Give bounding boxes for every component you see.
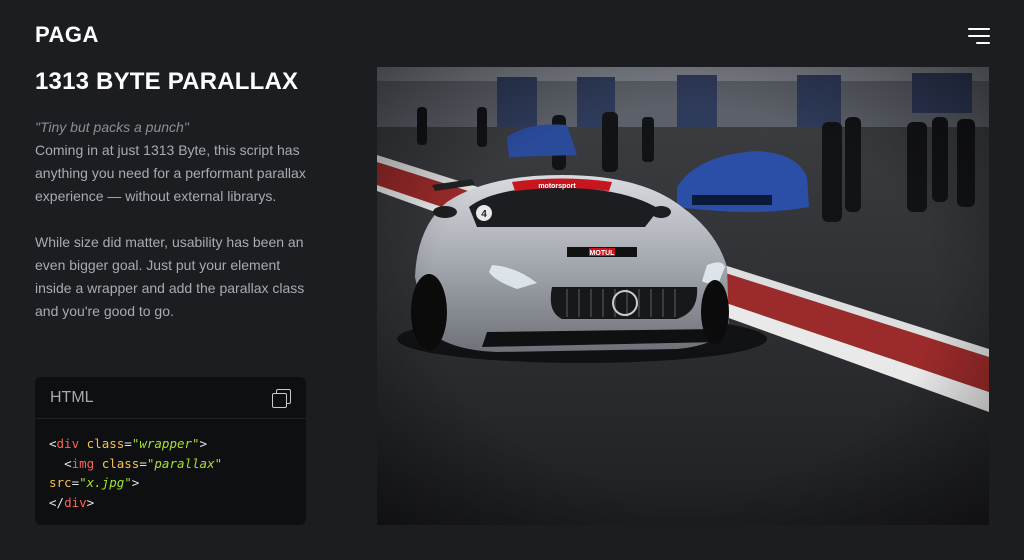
plate-brand-text: motorsport: [538, 183, 576, 190]
description: "Tiny but packs a punch" Coming in at ju…: [35, 116, 310, 323]
copy-icon[interactable]: [272, 388, 291, 408]
code-line-2: <img class="parallax": [64, 455, 223, 471]
logo[interactable]: PAGA: [35, 22, 99, 48]
hamburger-menu-icon[interactable]: [964, 26, 990, 46]
code-header: HTML: [35, 377, 306, 419]
race-car-photo: motorsport MOTUL 4: [377, 67, 989, 525]
car-number-text: 4: [481, 209, 487, 220]
code-line-3: src="x.jpg">: [49, 475, 140, 490]
description-paragraph-2: While size did matter, usability has bee…: [35, 234, 305, 319]
code-block[interactable]: <div class="wrapper"> <img class="parall…: [35, 419, 306, 525]
description-paragraph-1: Coming in at just 1313 Byte, this script…: [35, 142, 306, 204]
tagline-quote: "Tiny but packs a punch": [35, 119, 189, 135]
code-language-label: HTML: [50, 388, 94, 406]
page-title: 1313 BYTE PARALLAX: [35, 68, 299, 95]
sponsor-text: MOTUL: [590, 250, 616, 257]
code-line-4: </div>: [49, 494, 95, 510]
code-snippet-card: HTML <div class="wrapper"> <img class="p…: [35, 377, 306, 525]
code-line-1: <div class="wrapper">: [49, 436, 208, 451]
